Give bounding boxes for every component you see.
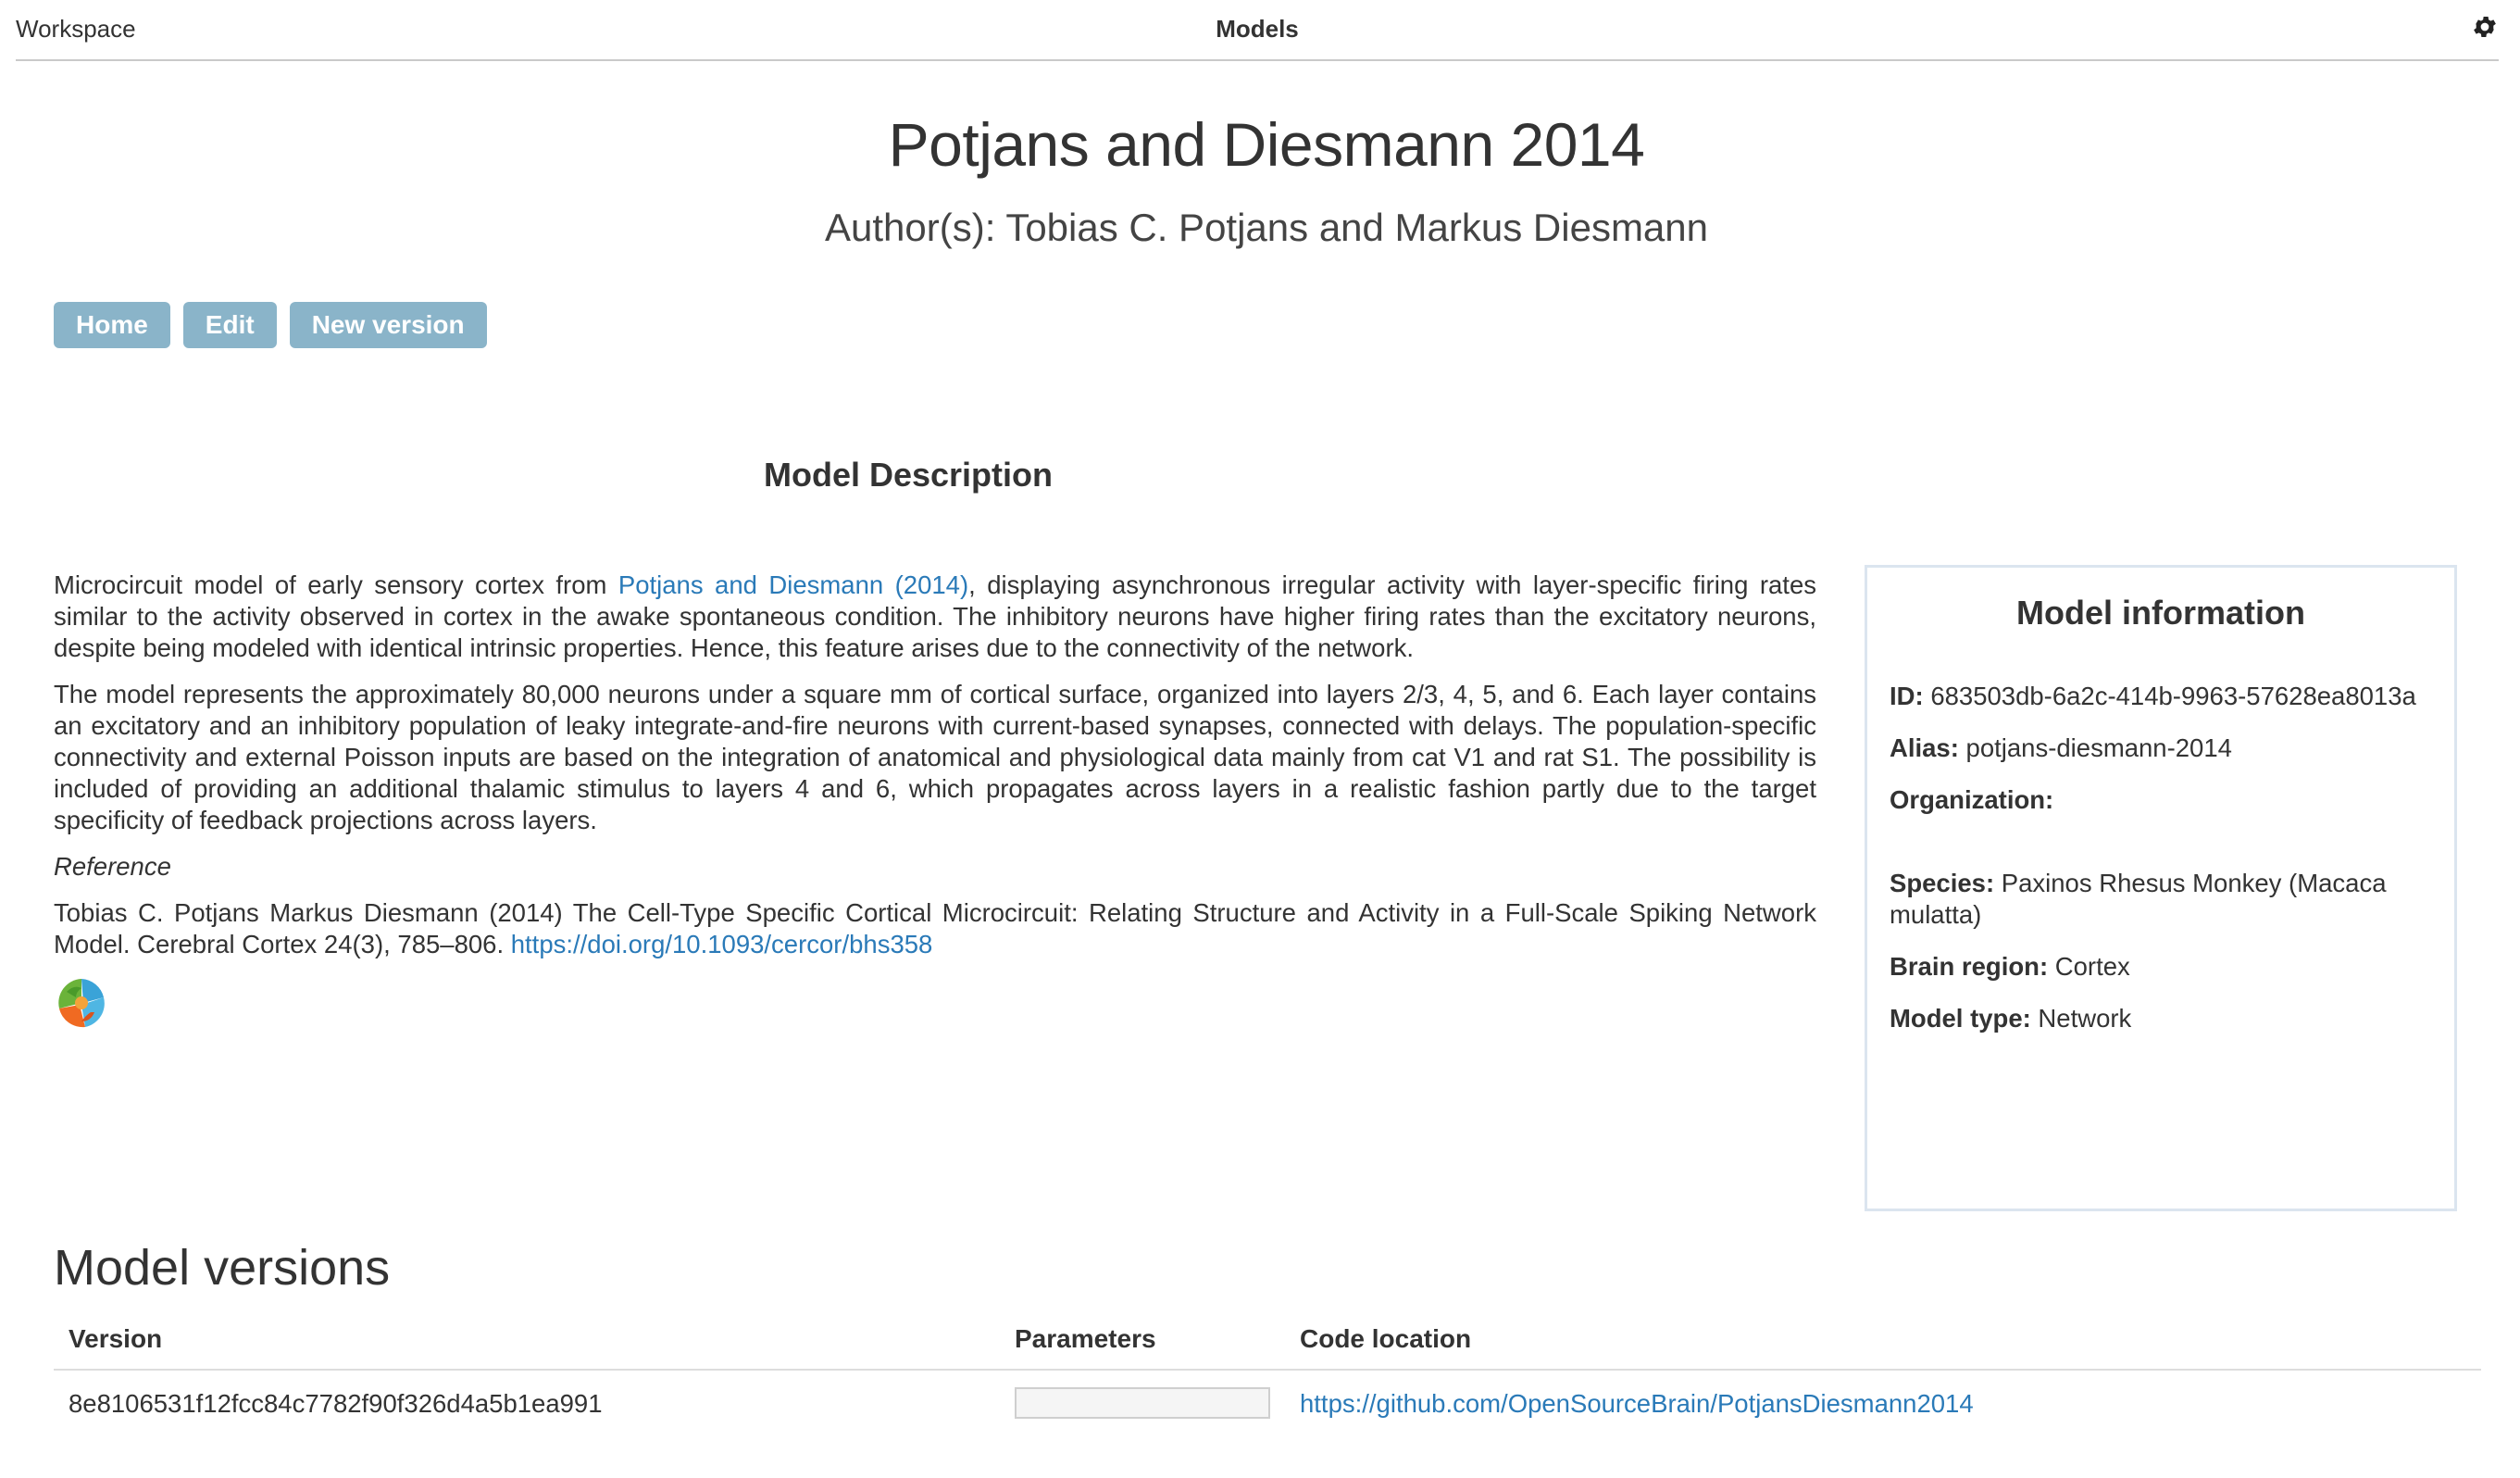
description-heading: Model Description — [763, 456, 1054, 494]
info-id-value: 683503db-6a2c-414b-9963-57628ea8013a — [1930, 682, 2416, 710]
reference-text: Tobias C. Potjans Markus Diesmann (2014)… — [54, 898, 1816, 958]
info-alias-label: Alias: — [1890, 733, 1959, 762]
description-paragraph-2: The model represents the approximately 8… — [54, 680, 1816, 834]
info-model-type-label: Model type: — [1890, 1004, 2031, 1033]
info-organization-label: Organization: — [1890, 785, 2054, 814]
action-buttons: Home Edit New version — [54, 302, 487, 348]
column-header-version: Version — [69, 1324, 163, 1353]
description-paragraph-1: Microcircuit model of early sensory cort… — [54, 570, 1816, 664]
info-species: Species: Paxinos Rhesus Monkey (Macaca m… — [1890, 868, 2432, 931]
model-info-title: Model information — [2016, 594, 2305, 632]
description-p1-before: Microcircuit model of early sensory cort… — [54, 570, 618, 599]
model-info-panel: Model information ID: 683503db-6a2c-414b… — [1865, 565, 2457, 1211]
info-brain-region: Brain region: Cortex — [1890, 951, 2432, 983]
new-version-button[interactable]: New version — [289, 302, 487, 348]
info-organization: Organization: — [1890, 784, 2432, 816]
info-alias: Alias: potjans-diesmann-2014 — [1890, 733, 2432, 764]
description-body: Microcircuit model of early sensory cort… — [54, 570, 1816, 1031]
open-source-brain-logo[interactable] — [54, 975, 109, 1031]
workspace-link[interactable]: Workspace — [16, 15, 136, 44]
column-header-parameters: Parameters — [1015, 1324, 1156, 1353]
info-model-type-value: Network — [2038, 1004, 2132, 1033]
top-bar: Workspace Models — [16, 0, 2499, 61]
versions-table-header: Version Parameters Code location — [54, 1315, 2481, 1371]
model-authors: Author(s): Tobias C. Potjans and Markus … — [0, 206, 2520, 250]
section-title: Models — [1216, 15, 1299, 43]
info-id: ID: 683503db-6a2c-414b-9963-57628ea8013a — [1890, 681, 2432, 712]
info-model-type: Model type: Network — [1890, 1003, 2432, 1034]
versions-table: Version Parameters Code location 8e81065… — [54, 1315, 2481, 1435]
reference-citation: Tobias C. Potjans Markus Diesmann (2014)… — [54, 897, 1816, 960]
doi-link[interactable]: https://doi.org/10.1093/cercor/bhs358 — [511, 930, 933, 958]
info-brain-region-label: Brain region: — [1890, 952, 2049, 981]
model-title: Potjans and Diesmann 2014 — [888, 110, 1645, 179]
code-location-link[interactable]: https://github.com/OpenSourceBrain/Potja… — [1300, 1389, 1974, 1418]
reference-label: Reference — [54, 852, 171, 881]
home-button[interactable]: Home — [54, 302, 170, 348]
column-header-code-location: Code location — [1300, 1324, 1472, 1353]
authors-value: Tobias C. Potjans and Markus Diesmann — [1005, 206, 1708, 249]
edit-button[interactable]: Edit — [182, 302, 277, 348]
publication-link[interactable]: Potjans and Diesmann (2014) — [618, 570, 968, 599]
info-species-label: Species: — [1890, 869, 1995, 897]
parameters-field[interactable] — [1015, 1387, 1270, 1419]
gear-icon[interactable] — [2471, 13, 2499, 41]
info-alias-value: potjans-diesmann-2014 — [1965, 733, 2232, 762]
table-row: 8e8106531f12fcc84c7782f90f326d4a5b1ea991… — [54, 1371, 2481, 1435]
info-id-label: ID: — [1890, 682, 1924, 710]
authors-label: Author(s): — [825, 206, 996, 249]
info-brain-region-value: Cortex — [2054, 952, 2130, 981]
versions-heading: Model versions — [54, 1240, 391, 1296]
version-hash: 8e8106531f12fcc84c7782f90f326d4a5b1ea991 — [69, 1389, 603, 1418]
code-location-cell: https://github.com/OpenSourceBrain/Potja… — [1300, 1389, 1974, 1419]
